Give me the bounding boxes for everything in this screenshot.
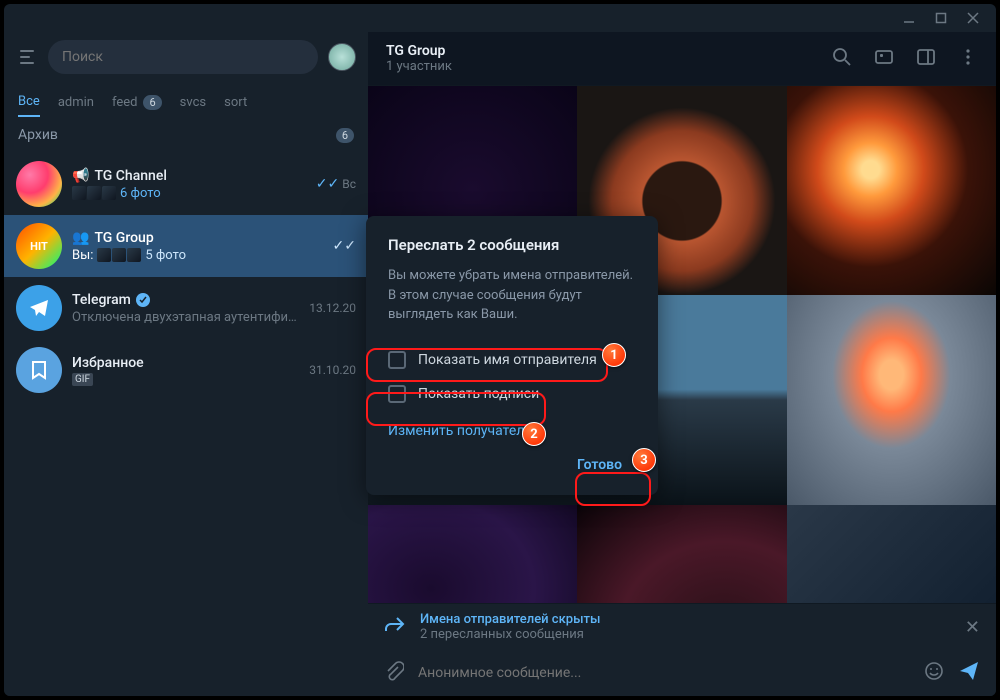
chat-name-label: Telegram bbox=[72, 292, 131, 308]
show-captions-checkbox[interactable]: Показать подписи bbox=[388, 377, 636, 411]
chat-item-channel[interactable]: 📢 TG Channel 6 фото ✓✓ Вс bbox=[4, 153, 368, 215]
archive-badge: 6 bbox=[336, 128, 354, 143]
tab-sort[interactable]: sort bbox=[224, 88, 247, 117]
thumbnail-strip bbox=[72, 186, 116, 200]
annotation-number: 1 bbox=[602, 343, 626, 367]
photo-count: 5 фото bbox=[145, 248, 186, 263]
archive-label: Архив bbox=[18, 127, 58, 143]
media-tile[interactable] bbox=[368, 505, 577, 603]
megaphone-icon: 📢 bbox=[72, 168, 89, 184]
more-icon[interactable] bbox=[958, 47, 978, 71]
show-sender-name-checkbox[interactable]: Показать имя отправителя bbox=[388, 343, 636, 377]
message-input[interactable] bbox=[418, 665, 910, 681]
reply-bar: Имена отправителей скрыты 2 пересланных … bbox=[368, 603, 996, 650]
search-input[interactable] bbox=[62, 49, 304, 65]
tab-all[interactable]: Все bbox=[18, 88, 40, 117]
group-icon: 👥 bbox=[72, 230, 89, 246]
gif-badge: GIF bbox=[72, 373, 93, 386]
chat-title[interactable]: TG Group bbox=[386, 43, 452, 59]
chat-item-telegram[interactable]: Telegram Отключена двухэтапная аутентифи… bbox=[4, 277, 368, 339]
media-tile[interactable] bbox=[787, 505, 996, 603]
archive-row[interactable]: Архив 6 bbox=[4, 117, 368, 153]
reply-subtitle: 2 пересланных сообщения bbox=[420, 627, 951, 642]
sidebar: Все admin feed 6 svcs sort Архив 6 📢 TG … bbox=[4, 32, 368, 696]
checkbox-icon bbox=[388, 351, 406, 369]
change-recipient-link[interactable]: Изменить получателя bbox=[388, 423, 532, 439]
annotation-number: 3 bbox=[632, 448, 656, 472]
close-reply-icon[interactable]: ✕ bbox=[965, 617, 980, 638]
read-check-icon: ✓✓ bbox=[316, 176, 339, 192]
read-check-icon: ✓✓ bbox=[333, 238, 356, 254]
chat-date: 13.12.20 bbox=[309, 301, 356, 315]
chat-name-label: TG Channel bbox=[94, 168, 166, 184]
checkbox-label: Показать подписи bbox=[418, 386, 539, 402]
message-composer bbox=[368, 650, 996, 696]
maximize-icon[interactable] bbox=[934, 11, 948, 25]
checkbox-icon bbox=[388, 385, 406, 403]
avatar: HIT bbox=[16, 223, 62, 269]
call-icon[interactable] bbox=[874, 47, 894, 71]
avatar bbox=[16, 285, 62, 331]
done-button[interactable]: Готово bbox=[563, 449, 636, 481]
send-icon[interactable] bbox=[958, 660, 980, 686]
verified-icon bbox=[136, 293, 150, 307]
tab-admin[interactable]: admin bbox=[58, 88, 94, 117]
close-icon[interactable] bbox=[966, 11, 980, 25]
modal-description: Вы можете убрать имена отправителей. В э… bbox=[388, 266, 636, 325]
chat-header: TG Group 1 участник bbox=[368, 32, 996, 86]
forward-icon bbox=[384, 614, 406, 640]
chat-item-group[interactable]: HIT 👥 TG Group Вы: 5 фото ✓✓ bbox=[4, 215, 368, 277]
avatar bbox=[16, 161, 62, 207]
checkbox-label: Показать имя отправителя bbox=[418, 352, 597, 368]
search-field[interactable] bbox=[48, 40, 318, 74]
chat-date: Вс bbox=[342, 177, 356, 191]
menu-icon[interactable] bbox=[16, 46, 38, 68]
self-avatar[interactable] bbox=[328, 43, 356, 71]
emoji-icon[interactable] bbox=[924, 661, 944, 685]
tab-feed-label: feed bbox=[112, 95, 138, 110]
modal-title: Переслать 2 сообщения bbox=[388, 236, 636, 254]
sidepanel-icon[interactable] bbox=[916, 47, 936, 71]
tab-svcs[interactable]: svcs bbox=[180, 88, 206, 117]
avatar bbox=[16, 347, 62, 393]
chat-name-label: Избранное bbox=[72, 355, 299, 371]
reply-title: Имена отправителей скрыты bbox=[420, 612, 951, 627]
annotation-number: 2 bbox=[522, 422, 546, 446]
media-tile[interactable] bbox=[577, 505, 786, 603]
window-controls bbox=[4, 4, 996, 32]
chat-name-label: TG Group bbox=[94, 230, 153, 246]
minimize-icon[interactable] bbox=[902, 11, 916, 25]
photo-count: 6 фото bbox=[120, 186, 161, 201]
media-tile[interactable] bbox=[787, 86, 996, 295]
you-prefix: Вы: bbox=[72, 248, 93, 263]
thumbnail-strip bbox=[97, 248, 141, 262]
folder-tabs: Все admin feed 6 svcs sort bbox=[4, 82, 368, 117]
tab-feed[interactable]: feed 6 bbox=[112, 88, 162, 117]
search-icon[interactable] bbox=[832, 47, 852, 71]
media-tile[interactable] bbox=[787, 295, 996, 504]
chat-preview: Отключена двухэтапная аутентификация bbox=[72, 310, 299, 325]
attach-icon[interactable] bbox=[384, 661, 404, 685]
chat-item-saved[interactable]: Избранное GIF 31.10.20 bbox=[4, 339, 368, 401]
chat-date: 31.10.20 bbox=[309, 363, 356, 377]
chat-status: 1 участник bbox=[386, 59, 452, 74]
tab-feed-badge: 6 bbox=[143, 95, 161, 110]
